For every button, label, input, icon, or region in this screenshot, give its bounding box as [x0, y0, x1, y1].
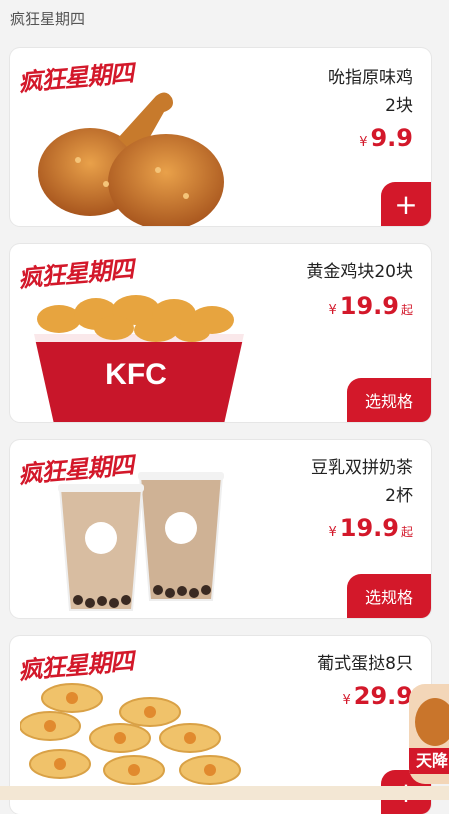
product-price: ¥ 19.9 起: [328, 514, 413, 542]
bottom-cart-bar[interactable]: [0, 786, 449, 800]
product-card[interactable]: 疯狂星期四 KFC 黄金鸡块20块 ¥ 19.9 起 选规格: [10, 244, 431, 422]
product-price: ¥ 9.9: [359, 124, 413, 152]
product-name-line2: 2块: [385, 96, 413, 116]
currency-symbol: ¥: [328, 303, 337, 318]
product-name-line1: 黄金鸡块20块: [306, 262, 413, 282]
product-price: ¥ 19.9 起: [328, 292, 413, 320]
select-spec-button[interactable]: 选规格: [347, 378, 431, 422]
product-name-line1: 豆乳双拼奶茶: [311, 458, 413, 478]
product-card[interactable]: 疯狂星期四 吮指原味鸡 2块 ¥ 9.9 +: [10, 48, 431, 226]
price-suffix: 起: [400, 525, 413, 539]
currency-symbol: ¥: [342, 693, 351, 708]
product-price: ¥ 29.9: [343, 682, 414, 710]
product-name-line2: 2杯: [385, 486, 413, 506]
price-value: 29.9: [353, 682, 413, 710]
add-to-cart-button[interactable]: +: [381, 182, 431, 226]
fried-chicken-image: [38, 92, 224, 226]
product-name: 葡式蛋挞8只: [317, 650, 413, 678]
price-value: 19.9: [339, 292, 399, 320]
milk-tea-image: [58, 472, 224, 611]
product-name: 黄金鸡块20块: [306, 258, 413, 286]
product-name-line1: 吮指原味鸡: [328, 68, 413, 88]
page-title: 疯狂星期四: [10, 10, 86, 28]
select-spec-button[interactable]: 选规格: [347, 574, 431, 618]
egg-tarts-image: [20, 683, 241, 785]
product-card[interactable]: 疯狂星期四 豆乳双拼奶茶 2杯 ¥ 19.9 起 选规格: [10, 440, 431, 618]
promo-badge-image: [415, 698, 449, 746]
price-value: 9.9: [370, 124, 413, 152]
product-name: 吮指原味鸡 2块: [328, 64, 413, 120]
floating-promo-badge[interactable]: 天降: [409, 684, 449, 784]
currency-symbol: ¥: [328, 525, 337, 540]
product-name-line1: 葡式蛋挞8只: [317, 654, 413, 674]
kfc-logo: KFC: [105, 358, 167, 391]
product-name: 豆乳双拼奶茶 2杯: [311, 454, 413, 510]
currency-symbol: ¥: [359, 135, 368, 150]
promo-badge-text: 天降: [409, 748, 449, 774]
price-value: 19.9: [339, 514, 399, 542]
chicken-nuggets-bucket-image: KFC: [34, 295, 244, 422]
price-suffix: 起: [400, 303, 413, 317]
